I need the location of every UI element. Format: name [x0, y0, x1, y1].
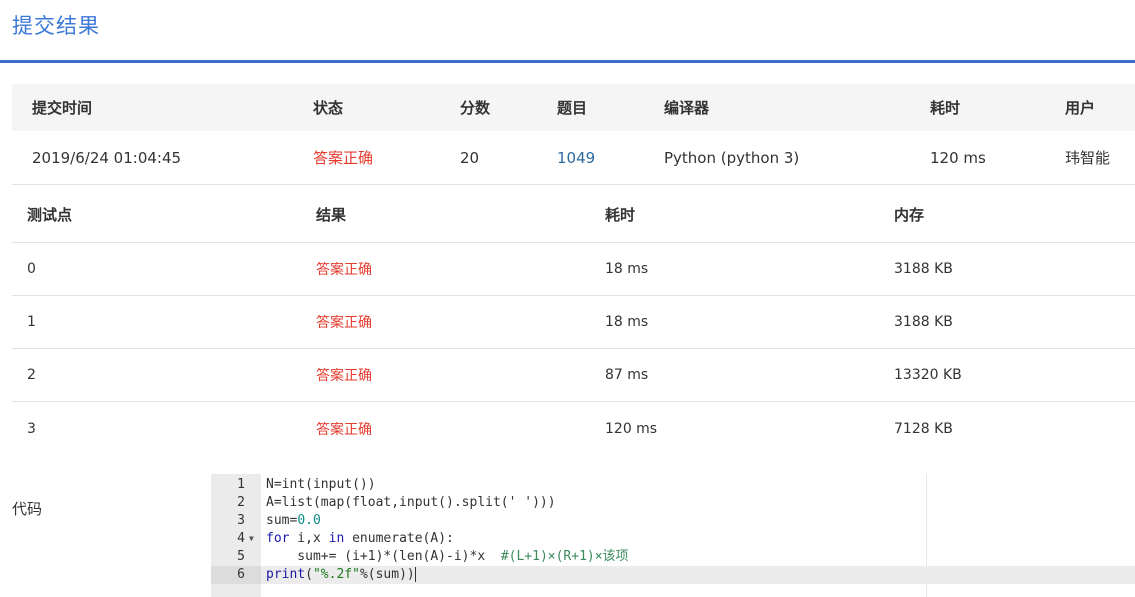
problem-link[interactable]: 1049	[557, 131, 595, 184]
submission-summary-table: 提交时间 状态 分数 题目 编译器 耗时 用户 2019/6/24 01:04:…	[12, 84, 1135, 185]
line-number: 2	[237, 495, 245, 510]
text-cursor	[414, 567, 416, 582]
user-name: 玮智能	[1065, 149, 1111, 167]
header-test-point: 测试点	[27, 205, 73, 224]
test-memory: 3188 KB	[894, 261, 953, 277]
test-memory: 7128 KB	[894, 420, 953, 437]
header-problem: 题目	[557, 99, 588, 117]
line-number: 1	[237, 477, 245, 492]
code-line-active: 6 print("%.2f"%(sum))	[211, 566, 1135, 584]
test-point-id: 0	[27, 261, 36, 277]
code-line: 3 sum=0.0	[211, 512, 1135, 530]
code-line: 1 N=int(input())	[211, 476, 1135, 494]
test-point-id: 3	[27, 420, 36, 437]
test-time: 120 ms	[605, 420, 658, 437]
test-result: 答案正确	[316, 315, 372, 331]
header-user: 用户	[1065, 99, 1096, 117]
compiler-value: Python (python 3)	[664, 148, 800, 167]
line-number: 3	[237, 513, 245, 528]
table-row: 0 答案正确 18 ms 3188 KB	[12, 243, 1135, 296]
summary-row: 2019/6/24 01:04:45 答案正确 20 1049 Python (…	[12, 131, 1135, 185]
code-text: N=int(input())	[266, 477, 376, 492]
code-line: 2 A=list(map(float,input().split(' ')))	[211, 494, 1135, 512]
elapsed-value: 120 ms	[930, 148, 986, 167]
table-row: 2 答案正确 87 ms 13320 KB	[12, 349, 1135, 402]
test-time: 18 ms	[605, 314, 649, 330]
title-divider	[0, 60, 1135, 63]
code-text: sum+= (i+1)*(len(A)-i)*x #(L+1)×(R+1)×该项	[266, 549, 629, 564]
score-value: 20	[460, 148, 480, 167]
header-submit-time: 提交时间	[32, 99, 93, 117]
tests-header-row: 测试点 结果 耗时 内存	[12, 186, 1135, 243]
submit-time: 2019/6/24 01:04:45	[32, 148, 182, 167]
table-row: 1 答案正确 18 ms 3188 KB	[12, 296, 1135, 349]
code-line: 4 ▼ for i,x in enumerate(A):	[211, 530, 1135, 548]
test-result: 答案正确	[316, 421, 372, 438]
header-memory: 内存	[894, 205, 925, 224]
line-number: 6	[211, 566, 261, 584]
test-point-id: 1	[27, 314, 36, 330]
code-text: print("%.2f"%(sum))	[266, 567, 416, 582]
header-time: 耗时	[605, 205, 636, 224]
test-memory: 13320 KB	[894, 367, 962, 383]
code-line: 5 sum+= (i+1)*(len(A)-i)*x #(L+1)×(R+1)×…	[211, 548, 1135, 566]
line-number: 5	[237, 549, 245, 564]
code-label: 代码	[12, 500, 43, 518]
header-status: 状态	[313, 99, 344, 117]
test-result: 答案正确	[316, 262, 372, 278]
test-time: 87 ms	[605, 367, 649, 383]
header-compiler: 编译器	[664, 99, 710, 117]
test-point-id: 2	[27, 367, 36, 383]
header-score: 分数	[460, 99, 491, 117]
table-row: 3 答案正确 120 ms 7128 KB	[12, 402, 1135, 455]
code-text: for i,x in enumerate(A):	[266, 531, 454, 546]
header-elapsed: 耗时	[930, 99, 961, 117]
code-editor[interactable]: 1 N=int(input()) 2 A=list(map(float,inpu…	[211, 474, 1135, 597]
code-text: sum=0.0	[266, 513, 321, 528]
code-text: A=list(map(float,input().split(' ')))	[266, 495, 556, 510]
header-result: 结果	[316, 205, 347, 224]
fold-arrow-icon[interactable]: ▼	[249, 530, 254, 548]
test-time: 18 ms	[605, 261, 649, 277]
page-title: 提交结果	[12, 14, 100, 38]
test-points-table: 测试点 结果 耗时 内存 0 答案正确 18 ms 3188 KB 1 答案正确…	[12, 186, 1135, 455]
test-result: 答案正确	[316, 368, 372, 384]
status-badge: 答案正确	[313, 149, 374, 167]
summary-header-row: 提交时间 状态 分数 题目 编译器 耗时 用户	[12, 84, 1135, 131]
test-memory: 3188 KB	[894, 314, 953, 330]
